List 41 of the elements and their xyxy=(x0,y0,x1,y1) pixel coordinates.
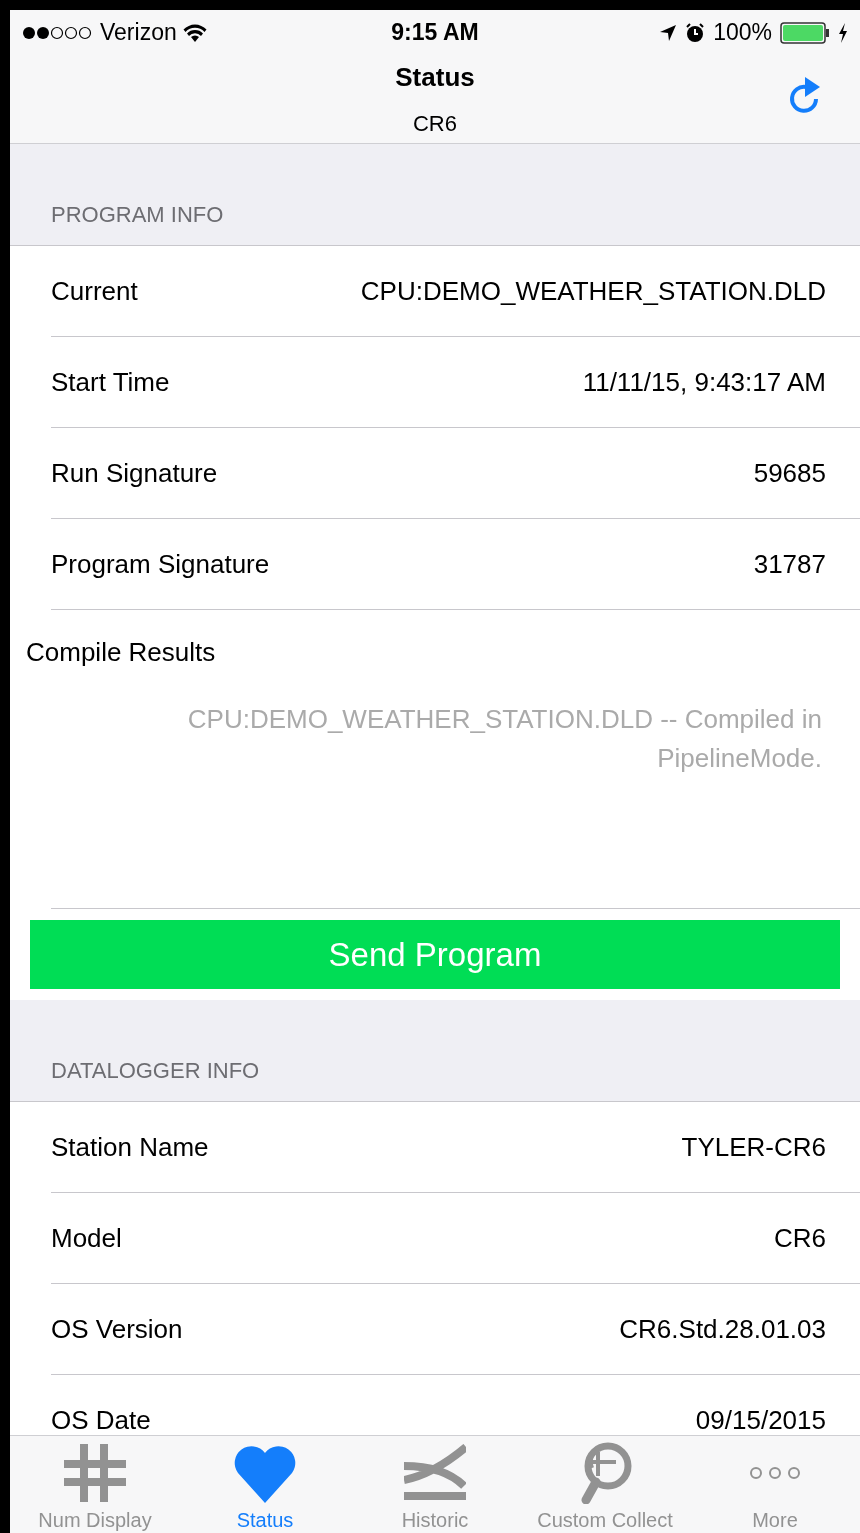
compile-results-label: Compile Results xyxy=(26,635,216,669)
row-label: OS Date xyxy=(51,1403,151,1435)
tab-bar-item[interactable]: Status xyxy=(180,1436,350,1533)
compile-results-text: CPU:DEMO_WEATHER_STATION.DLD -- Compiled in PipelineMode. xyxy=(186,703,822,775)
row-label: Current xyxy=(51,274,138,308)
curves-icon xyxy=(404,1444,466,1502)
send-program-button[interactable]: Send Program xyxy=(30,920,840,989)
tab-bar-item[interactable]: More xyxy=(690,1436,860,1533)
nav-title: Status xyxy=(395,61,475,94)
row-label: Program Signature xyxy=(51,547,270,581)
more-dots-icon xyxy=(749,1466,801,1480)
row-label: Model xyxy=(51,1221,122,1255)
row-label: Station Name xyxy=(51,1130,209,1164)
carrier-name: Verizon xyxy=(100,18,177,48)
row-label: Start Time xyxy=(51,365,170,399)
signal-strength-icon xyxy=(22,25,94,40)
clock-time: 9:15 AM xyxy=(391,18,479,48)
row-value: 59685 xyxy=(753,456,826,490)
row-value: CR6.Std.28.01.03 xyxy=(619,1312,826,1346)
section-header: PROGRAM INFO xyxy=(51,201,224,229)
row-value: CPU:DEMO_WEATHER_STATION.DLD xyxy=(360,274,826,308)
row-value: 11/11/15, 9:43:17 AM xyxy=(582,365,826,399)
alarm-clock-icon xyxy=(685,22,706,43)
tab-bar-item[interactable]: Num Display xyxy=(10,1436,180,1533)
tab-bar-item[interactable]: Historic xyxy=(350,1436,520,1533)
nav-subtitle: CR6 xyxy=(413,110,457,138)
row-value: TYLER-CR6 xyxy=(681,1130,826,1164)
location-arrow-icon xyxy=(659,23,678,42)
row-value: 31787 xyxy=(753,547,826,581)
heart-icon xyxy=(234,1443,296,1503)
section-header: DATALOGGER INFO xyxy=(51,1057,260,1085)
hash-icon xyxy=(64,1444,126,1502)
row-label: OS Version xyxy=(51,1312,183,1346)
row-value: CR6 xyxy=(774,1221,826,1255)
wifi-icon xyxy=(182,23,207,42)
tab-bar-item[interactable]: Custom Collect xyxy=(520,1436,690,1533)
row-value: 09/15/2015 xyxy=(695,1403,826,1435)
battery-percentage: 100% xyxy=(713,18,772,48)
row-label: Run Signature xyxy=(51,456,218,490)
battery-icon xyxy=(780,21,830,44)
charging-bolt-icon xyxy=(838,22,848,43)
